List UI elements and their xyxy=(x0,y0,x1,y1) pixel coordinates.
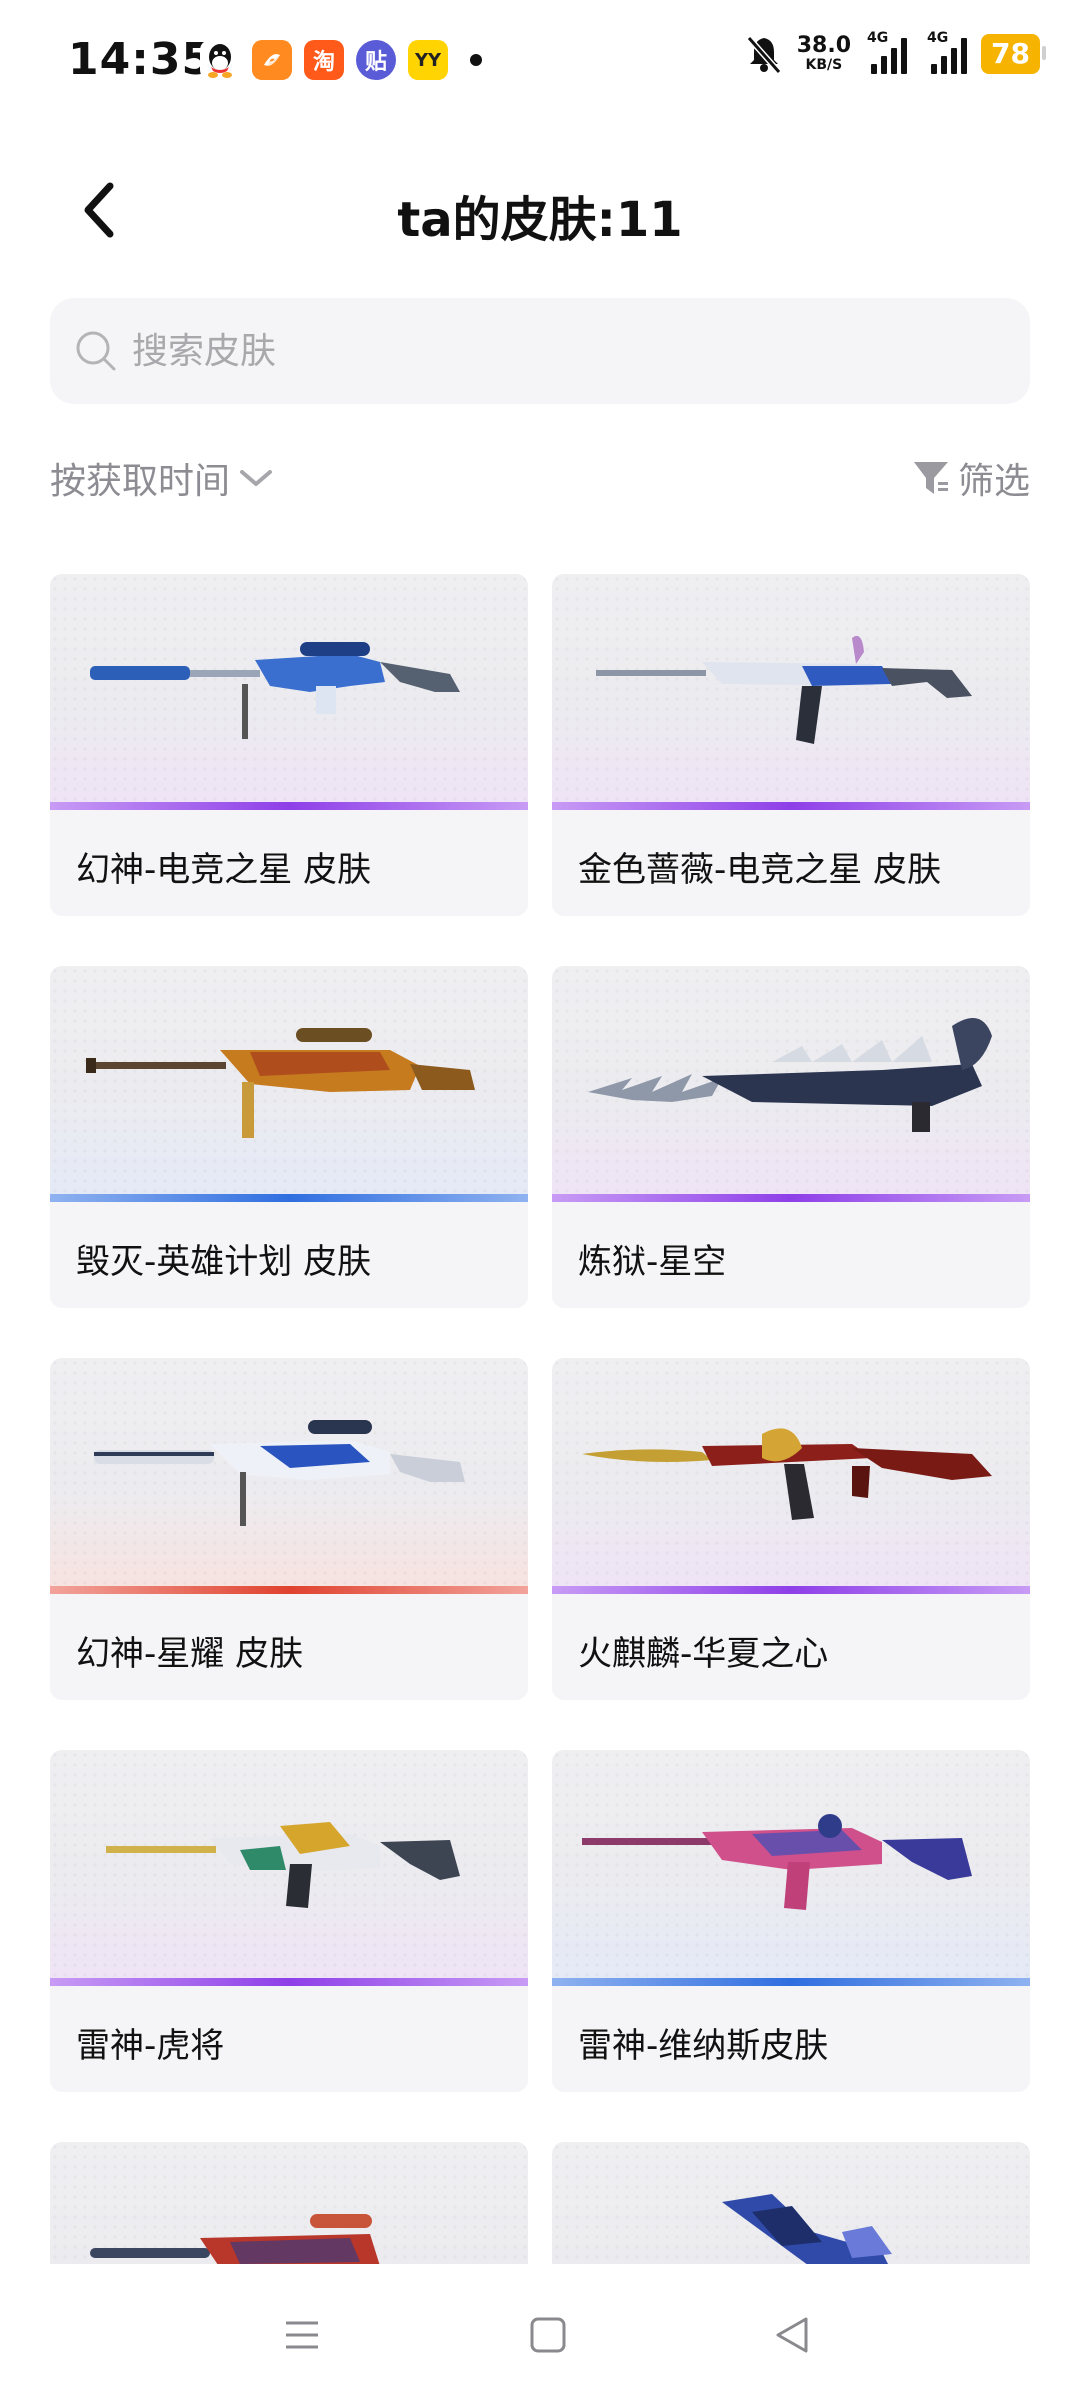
heavy-sniper-image xyxy=(86,1028,475,1138)
status-bar: 14:35 淘 贴 YY 38.0 KB/S 4G 4G 78 xyxy=(0,0,1080,120)
skin-card[interactable]: 幻神-电竞之星 皮肤 xyxy=(50,574,528,916)
top-header: ta的皮肤:11 xyxy=(0,150,1080,270)
sniper-rifle-image xyxy=(94,1420,465,1526)
taobao-icon: 淘 xyxy=(304,40,344,80)
signal-1-icon: 4G xyxy=(867,30,908,74)
skin-name: 金色蔷薇-电竞之星 皮肤 xyxy=(578,850,942,890)
rarity-bar xyxy=(552,1978,1030,1986)
rarity-bar xyxy=(50,1978,528,1986)
dragon-gun-image xyxy=(588,1018,992,1132)
m4-rifle-image xyxy=(106,1822,460,1908)
search-bar[interactable] xyxy=(50,298,1030,404)
skin-card[interactable]: 雷神-虎将 xyxy=(50,1750,528,2092)
skin-card[interactable]: 火麒麟-华夏之心 xyxy=(552,1358,1030,1700)
more-notifications-dot xyxy=(470,54,482,66)
yy-icon: YY xyxy=(408,40,448,80)
page-title: ta的皮肤:11 xyxy=(397,192,683,248)
skin-card[interactable]: 炼狱-星空 xyxy=(552,966,1030,1308)
rarity-bar xyxy=(50,1586,528,1594)
orange-app-icon xyxy=(252,40,292,80)
skin-grid: 幻神-电竞之星 皮肤 金色蔷薇-电竞之星 皮肤 毁灭-英雄计划 皮肤 炼狱-星空… xyxy=(50,574,1030,2264)
skin-name: 雷神-虎将 xyxy=(76,2026,225,2066)
skin-name: 火麒麟-华夏之心 xyxy=(578,1634,829,1674)
skin-name: 毁灭-英雄计划 皮肤 xyxy=(76,1242,372,1282)
skin-card[interactable] xyxy=(552,2142,1030,2264)
sniper-rifle-image xyxy=(90,642,460,739)
skin-name: 雷神-维纳斯皮肤 xyxy=(578,2026,829,2066)
sort-filter-row: 按获取时间 筛选 xyxy=(50,452,1030,512)
rarity-bar xyxy=(552,1194,1030,1202)
rarity-bar xyxy=(50,802,528,810)
qq-icon xyxy=(200,40,240,80)
skin-name: 炼狱-星空 xyxy=(578,1242,727,1282)
search-input[interactable] xyxy=(132,330,932,372)
filter-button[interactable]: 筛选 xyxy=(912,452,1030,504)
back-triangle-icon xyxy=(776,2317,808,2353)
m4-rifle-image xyxy=(582,1814,972,1910)
status-time: 14:35 xyxy=(68,34,214,85)
status-indicators: 38.0 KB/S 4G 4G 78 xyxy=(745,30,1046,74)
sort-dropdown[interactable]: 按获取时间 xyxy=(50,452,274,504)
skin-card[interactable]: 雷神-维纳斯皮肤 xyxy=(552,1750,1030,2092)
ak-rifle-image xyxy=(582,1428,992,1520)
pistol-image xyxy=(722,2194,892,2264)
home-square-icon xyxy=(530,2317,566,2353)
search-icon xyxy=(76,331,116,371)
signal-2-icon: 4G xyxy=(927,30,968,74)
skin-card[interactable]: 幻神-星耀 皮肤 xyxy=(50,1358,528,1700)
rifle-image xyxy=(596,635,972,744)
notification-icons: 淘 贴 YY xyxy=(200,40,482,80)
filter-icon xyxy=(913,462,948,494)
tieba-icon: 贴 xyxy=(356,40,396,80)
skin-name: 幻神-电竞之星 皮肤 xyxy=(76,850,372,890)
mute-bell-icon xyxy=(746,36,781,74)
rarity-bar xyxy=(552,802,1030,810)
rarity-bar xyxy=(552,1586,1030,1594)
recent-apps-button[interactable] xyxy=(262,2300,342,2370)
skin-card[interactable]: 金色蔷薇-电竞之星 皮肤 xyxy=(552,574,1030,916)
sniper-rifle-image xyxy=(90,2214,380,2264)
menu-icon xyxy=(286,2321,318,2349)
network-speed: 38.0 KB/S xyxy=(796,33,852,74)
sort-label: 按获取时间 xyxy=(50,461,231,502)
system-nav-bar xyxy=(0,2264,1080,2404)
skin-card[interactable]: 毁灭-英雄计划 皮肤 xyxy=(50,966,528,1308)
rarity-bar xyxy=(50,1194,528,1202)
chevron-down-icon xyxy=(240,470,273,486)
system-back-button[interactable] xyxy=(752,2300,832,2370)
battery-indicator: 78 xyxy=(981,34,1046,74)
skin-name: 幻神-星耀 皮肤 xyxy=(76,1634,304,1674)
filter-label: 筛选 xyxy=(957,461,1030,502)
skin-card[interactable] xyxy=(50,2142,528,2264)
home-button[interactable] xyxy=(508,2300,588,2370)
